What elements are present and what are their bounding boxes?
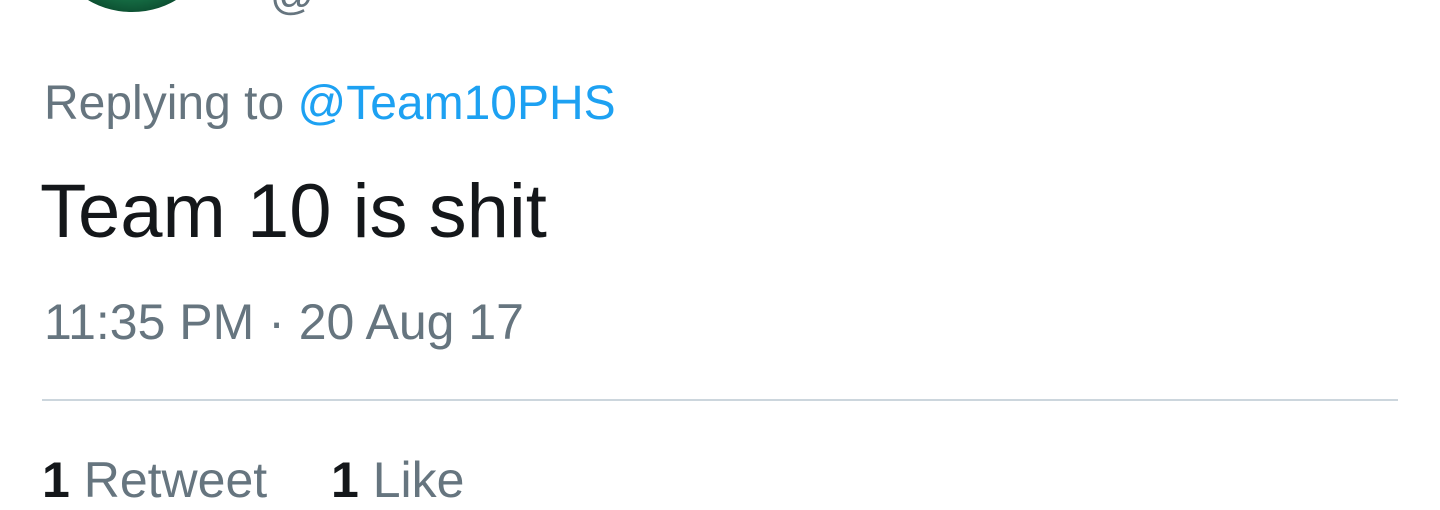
author-handle[interactable]: @ <box>270 0 315 20</box>
tweet-timestamp[interactable]: 11:35 PM · 20 Aug 17 <box>44 292 524 352</box>
engagement-stats: 1 Retweet 1 Like <box>42 450 464 510</box>
retweets-stat[interactable]: 1 Retweet <box>42 452 281 508</box>
like-label: Like <box>372 452 465 508</box>
reply-mention-link[interactable]: @Team10PHS <box>297 77 615 130</box>
avatar[interactable] <box>62 0 202 12</box>
retweet-label: Retweet <box>83 452 268 508</box>
divider <box>42 399 1398 401</box>
retweet-count: 1 <box>42 452 70 508</box>
tweet-text: Team 10 is shit <box>40 169 547 254</box>
reply-context: Replying to @Team10PHS <box>44 74 616 134</box>
like-count: 1 <box>330 452 359 508</box>
likes-stat[interactable]: 1 Like <box>317 452 464 508</box>
reply-prefix: Replying to <box>44 77 298 130</box>
